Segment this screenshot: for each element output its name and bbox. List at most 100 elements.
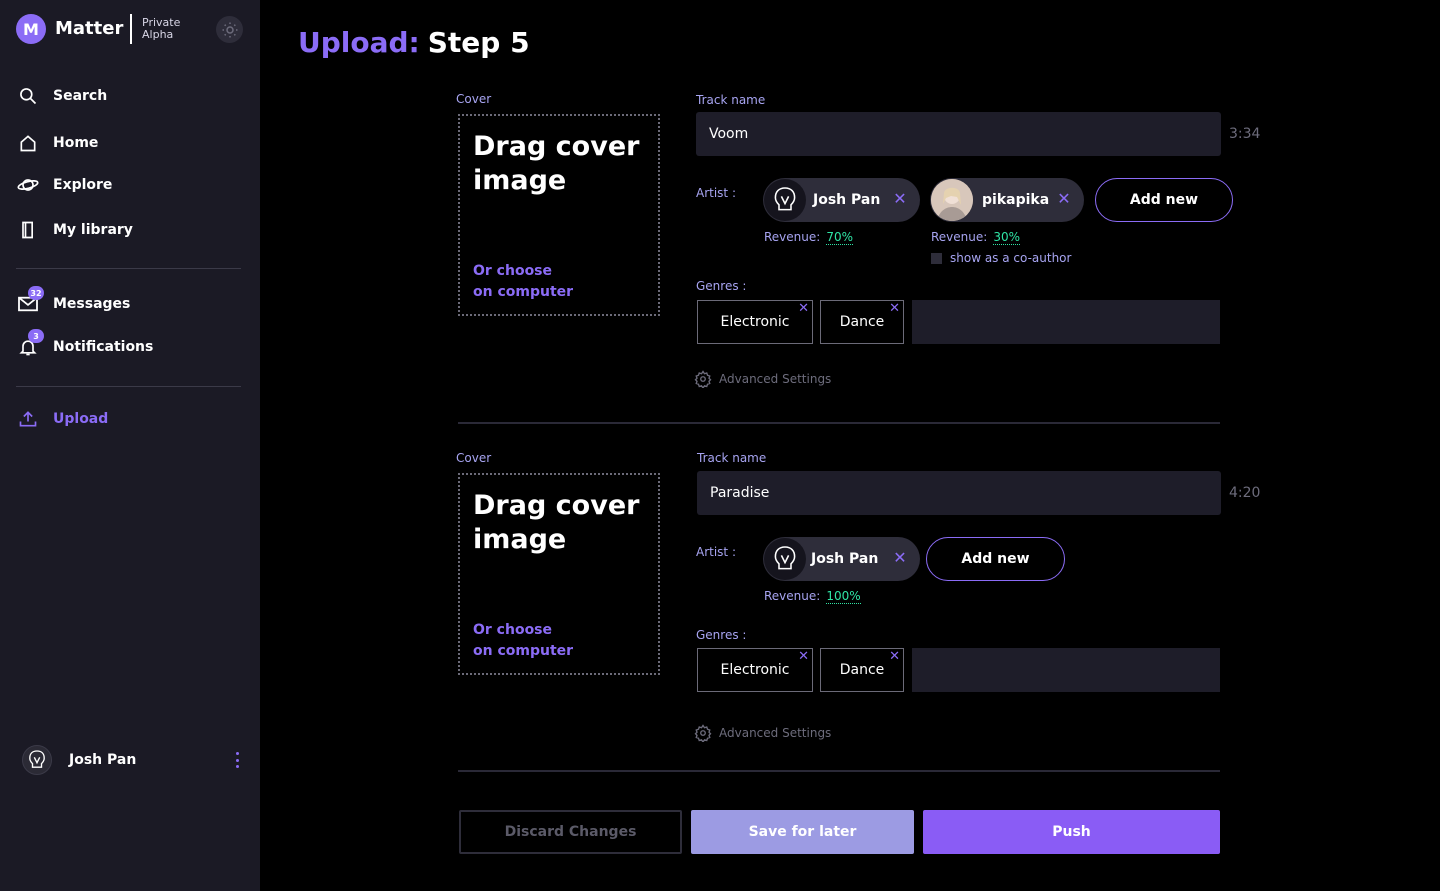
choose-file-line-2: on computer (473, 643, 574, 659)
nav-my-library[interactable]: My library (16, 218, 133, 242)
artist-revenue: Revenue: 100% (764, 589, 861, 604)
remove-artist-icon[interactable]: ✕ (892, 189, 908, 208)
coauthor-label: show as a co-author (950, 251, 1072, 265)
revenue-label: Revenue: (764, 589, 821, 603)
nav-search[interactable]: Search (16, 84, 107, 108)
artist-label: Artist : (696, 545, 736, 559)
theme-toggle-button[interactable] (216, 16, 243, 43)
upload-icon (16, 407, 40, 431)
cover-drag-text: Drag cover image (473, 490, 640, 555)
skull-icon (774, 187, 796, 211)
genre-tag: Dance ✕ (820, 300, 904, 344)
remove-genre-icon[interactable]: ✕ (798, 301, 809, 316)
coauthor-option: show as a co-author (931, 251, 1071, 265)
revenue-value[interactable]: 100% (826, 589, 861, 604)
coauthor-checkbox[interactable] (931, 252, 942, 264)
track-name-input[interactable] (697, 471, 1221, 515)
sidebar-divider (16, 386, 241, 387)
badge-line-2: Alpha (142, 28, 174, 41)
nav-explore[interactable]: Explore (16, 173, 112, 197)
nav-messages[interactable]: 32 Messages (16, 286, 131, 316)
nav-notifications-label: Notifications (53, 339, 154, 355)
app: M Matter Private Alpha Search Home Explo… (0, 0, 1440, 891)
save-for-later-button[interactable]: Save for later (691, 810, 914, 854)
page-title: Upload: Step 5 (298, 26, 530, 59)
genre-input[interactable] (912, 300, 1220, 344)
advanced-settings-link[interactable]: Advanced Settings (694, 724, 831, 742)
library-icon (16, 218, 40, 242)
genres-label: Genres : (696, 628, 747, 642)
home-icon (16, 131, 40, 155)
genre-name: Electronic (720, 662, 790, 678)
discard-changes-button[interactable]: Discard Changes (459, 810, 682, 854)
remove-genre-icon[interactable]: ✕ (889, 649, 900, 664)
track-separator (458, 422, 1220, 424)
planet-icon (16, 173, 40, 197)
nav-upload[interactable]: Upload (16, 407, 108, 431)
advanced-settings-link[interactable]: Advanced Settings (694, 370, 831, 388)
genres-label: Genres : (696, 279, 747, 293)
artist-name: pikapika (982, 192, 1050, 208)
artist-avatar-photo (931, 179, 973, 221)
add-new-artist-button[interactable]: Add new (1095, 178, 1233, 222)
dot (235, 758, 239, 762)
choose-file-line-1: Or choose (473, 263, 553, 279)
choose-file-link[interactable]: Or choose on computer (473, 261, 653, 303)
artist-chip: Josh Pan ✕ (763, 537, 920, 581)
track-name-label: Track name (696, 93, 766, 107)
genre-input[interactable] (912, 648, 1220, 692)
page-title-accent: Upload: (298, 26, 420, 59)
push-button[interactable]: Push (923, 810, 1220, 854)
choose-file-line-2: on computer (473, 284, 574, 300)
search-icon (16, 84, 40, 108)
genre-name: Dance (839, 314, 885, 330)
track-duration: 4:20 (1229, 485, 1261, 501)
user-name: Josh Pan (69, 752, 137, 768)
messages-count-badge: 32 (28, 286, 44, 300)
revenue-value[interactable]: 70% (826, 230, 853, 245)
user-menu-button[interactable] (232, 752, 242, 768)
artist-chip: pikapika ✕ (930, 178, 1084, 222)
private-alpha-badge: Private Alpha (142, 17, 202, 41)
notifications-count-badge: 3 (28, 329, 44, 343)
remove-genre-icon[interactable]: ✕ (798, 649, 809, 664)
skull-icon (29, 750, 45, 768)
advanced-settings-label: Advanced Settings (719, 726, 832, 740)
skull-icon (774, 546, 796, 570)
current-user[interactable]: Josh Pan (22, 745, 136, 775)
nav-upload-label: Upload (53, 411, 109, 427)
gear-icon (694, 370, 712, 388)
cover-dropzone[interactable]: Drag cover image Or choose on computer (458, 114, 660, 316)
genre-name: Electronic (720, 314, 790, 330)
nav-my-library-label: My library (53, 222, 133, 238)
remove-artist-icon[interactable]: ✕ (892, 548, 908, 567)
remove-artist-icon[interactable]: ✕ (1056, 189, 1072, 208)
artist-chip: Josh Pan ✕ (763, 178, 920, 222)
choose-file-link[interactable]: Or choose on computer (473, 620, 653, 662)
nav-notifications[interactable]: 3 Notifications (16, 329, 154, 359)
nav-messages-label: Messages (53, 296, 131, 312)
revenue-value[interactable]: 30% (993, 230, 1020, 245)
revenue-label: Revenue: (931, 230, 988, 244)
cover-label: Cover (456, 451, 492, 465)
track-name-input[interactable] (696, 112, 1221, 156)
artist-revenue: Revenue: 30% (931, 230, 1020, 245)
advanced-settings-label: Advanced Settings (719, 372, 832, 386)
matter-logo-icon[interactable]: M (16, 14, 46, 44)
person-photo-icon (931, 179, 973, 221)
sidebar: M Matter Private Alpha Search Home Explo… (0, 0, 260, 891)
artist-avatar (764, 179, 806, 221)
add-new-artist-button[interactable]: Add new (926, 537, 1065, 581)
mail-icon: 32 (16, 286, 44, 316)
artist-name: Josh Pan (813, 192, 881, 208)
nav-home[interactable]: Home (16, 131, 98, 155)
user-avatar (22, 745, 52, 775)
brand-divider (130, 14, 132, 44)
track-duration: 3:34 (1229, 126, 1261, 142)
remove-genre-icon[interactable]: ✕ (889, 301, 900, 316)
sun-icon (222, 22, 237, 37)
cover-dropzone[interactable]: Drag cover image Or choose on computer (458, 473, 660, 675)
genre-name: Dance (839, 662, 885, 678)
artist-revenue: Revenue: 70% (764, 230, 853, 245)
artist-avatar (764, 538, 806, 580)
